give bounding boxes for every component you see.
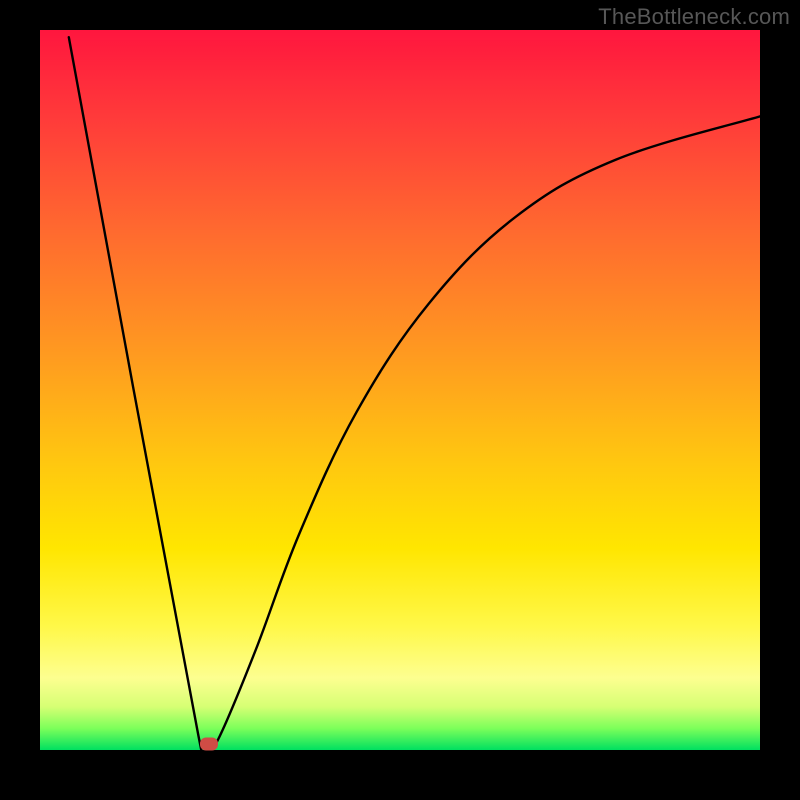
curve-path bbox=[69, 37, 760, 750]
plot-area bbox=[40, 30, 760, 750]
chart-frame: TheBottleneck.com bbox=[0, 0, 800, 800]
bottleneck-curve bbox=[40, 30, 760, 750]
watermark-text: TheBottleneck.com bbox=[598, 4, 790, 30]
optimal-point-marker bbox=[200, 738, 218, 751]
